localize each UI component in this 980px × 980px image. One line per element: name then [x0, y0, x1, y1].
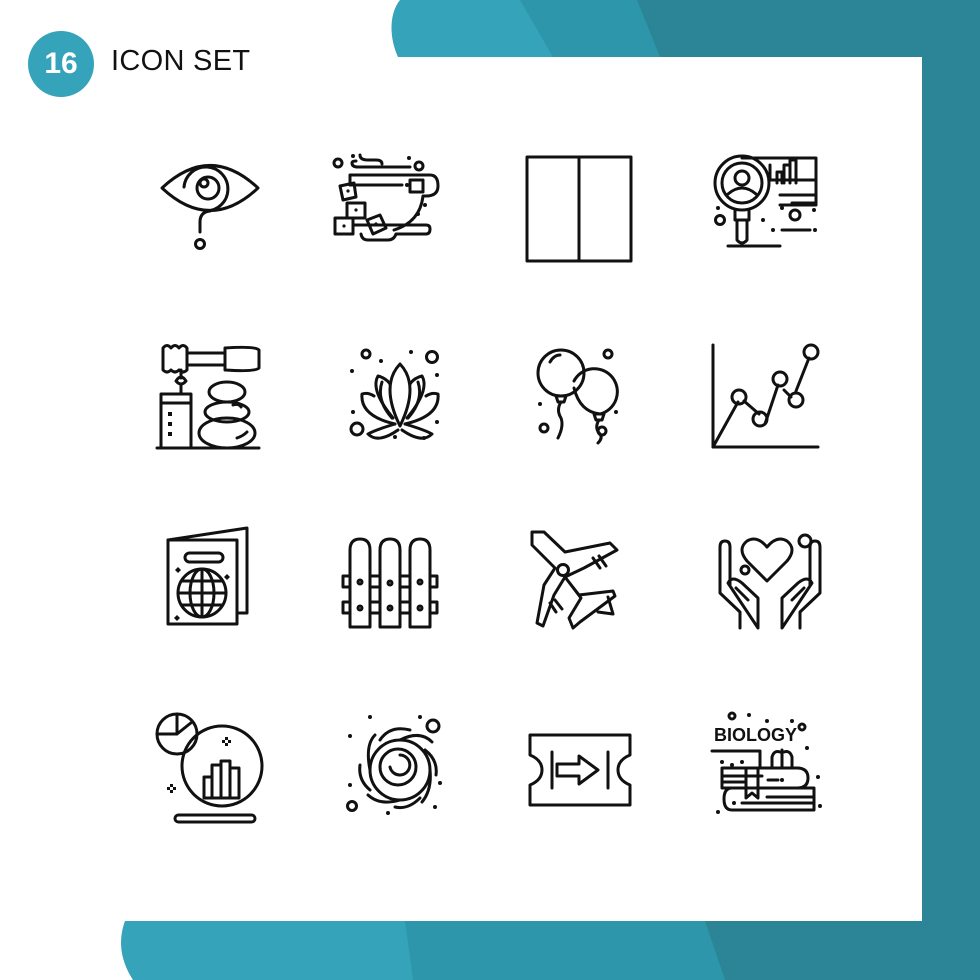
line-chart-icon[interactable] — [710, 340, 830, 460]
count-badge: 16 — [28, 31, 94, 97]
lotus-icon[interactable] — [340, 340, 460, 460]
fence-icon[interactable] — [340, 525, 460, 645]
page-title: ICON SET — [111, 45, 251, 77]
user-search-analytics-icon[interactable] — [710, 150, 830, 270]
two-column-layout-icon[interactable] — [520, 150, 640, 270]
hands-heart-icon[interactable] — [712, 525, 832, 645]
eye-drop-icon[interactable] — [150, 150, 270, 270]
passport-icon[interactable] — [160, 525, 280, 645]
balloons-icon[interactable] — [530, 340, 650, 460]
spa-honey-candle-stones-icon[interactable] — [155, 340, 275, 460]
business-report-icon[interactable] — [155, 710, 275, 830]
black-hole-icon[interactable] — [340, 710, 460, 830]
ticket-arrow-icon[interactable] — [525, 710, 645, 830]
biology-label: BIOLOGY — [714, 725, 797, 745]
airplane-icon[interactable] — [525, 525, 645, 645]
biology-books-icon[interactable]: BIOLOGY — [710, 710, 832, 830]
tea-cup-sugar-icon[interactable] — [330, 150, 450, 270]
icon-grid: BIOLOGY — [0, 0, 980, 980]
